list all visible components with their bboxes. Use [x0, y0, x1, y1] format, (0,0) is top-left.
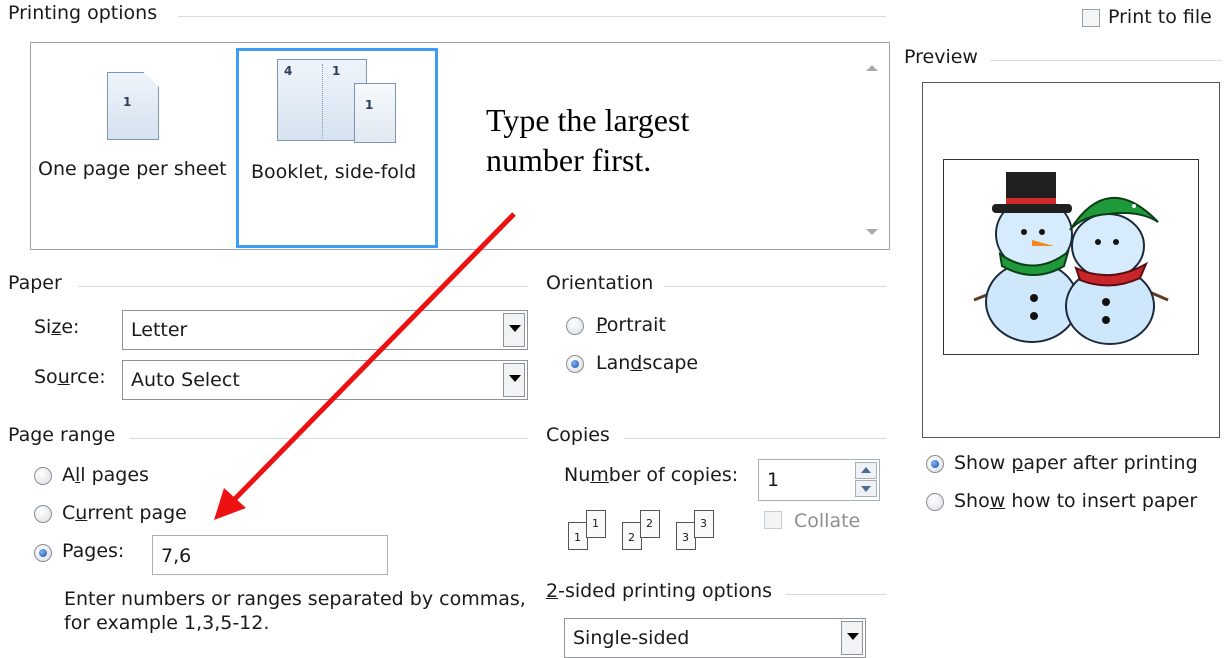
red-arrow-icon — [214, 212, 516, 520]
